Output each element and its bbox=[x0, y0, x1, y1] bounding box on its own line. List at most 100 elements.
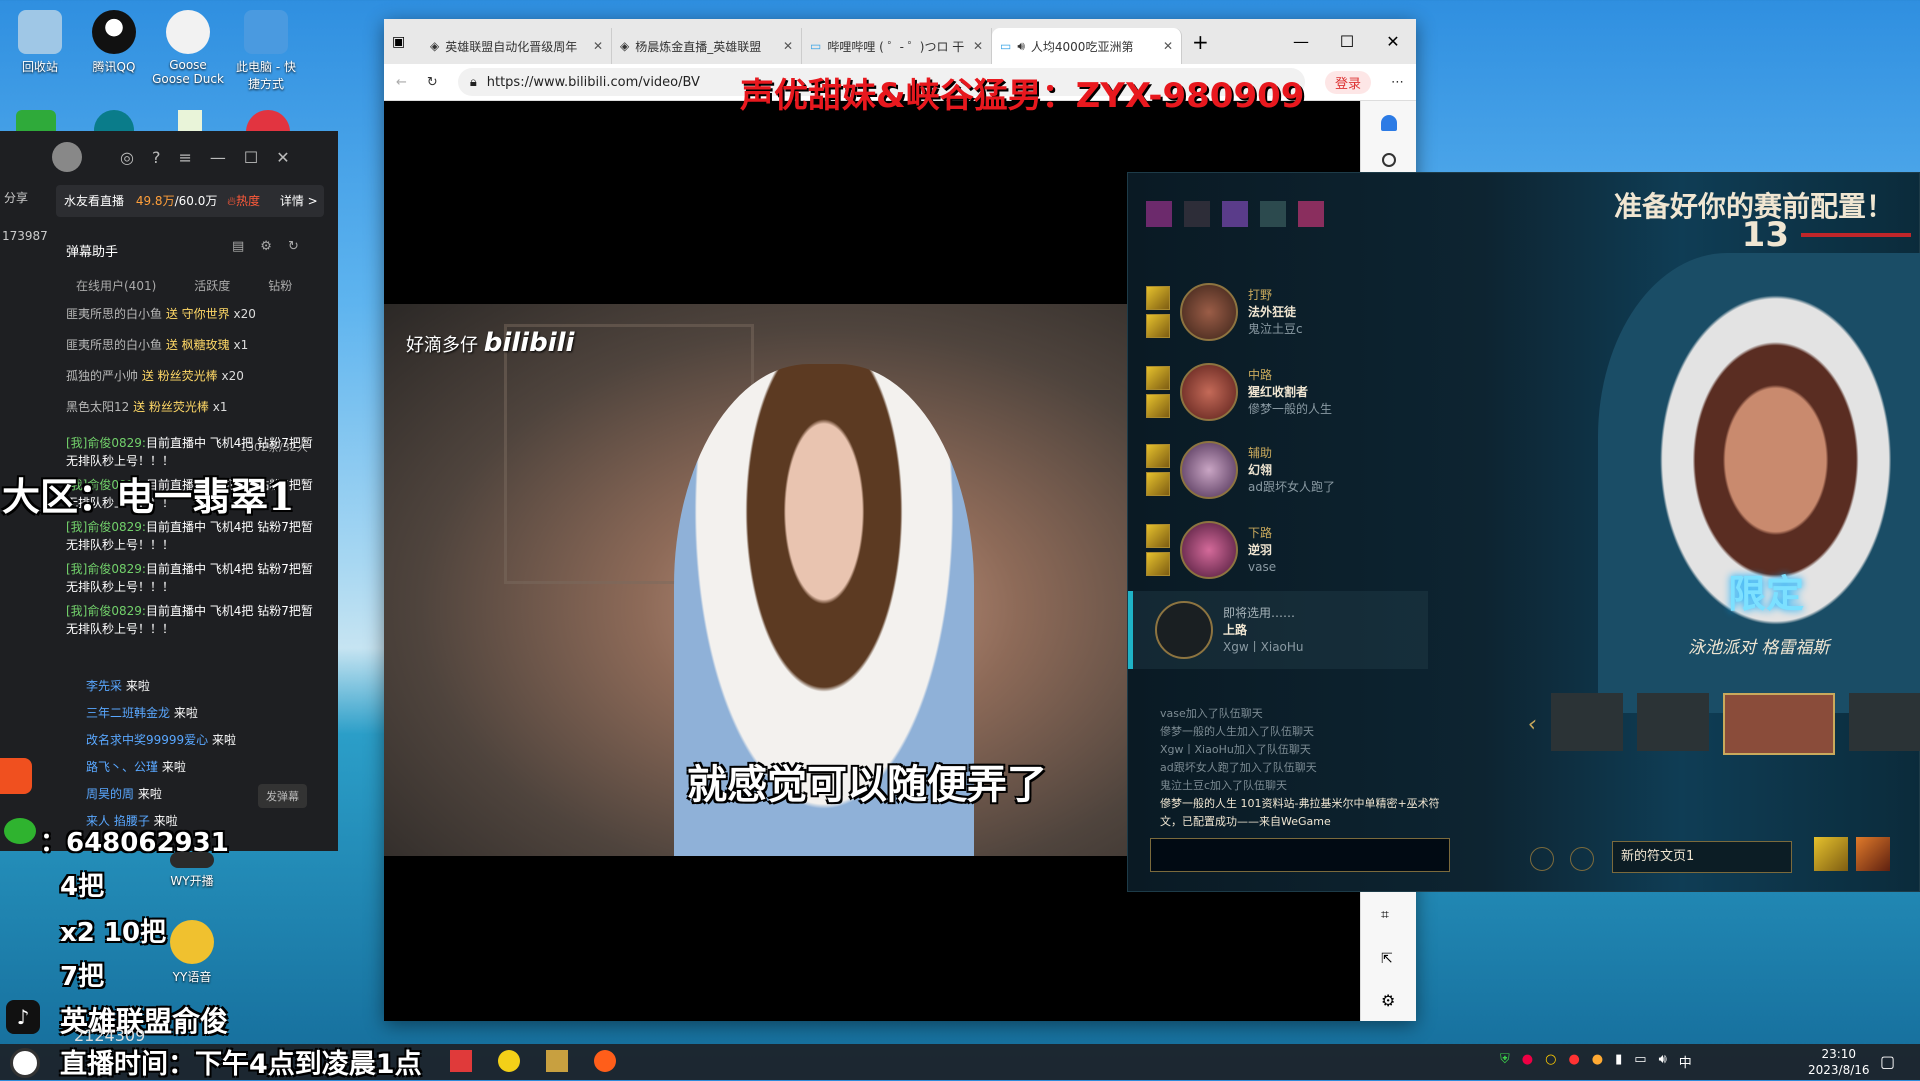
entry-user: 路飞丶、公瑾 bbox=[86, 760, 159, 774]
chat-input[interactable] bbox=[1150, 838, 1450, 872]
tab-list-icon[interactable]: ▣ bbox=[392, 34, 422, 50]
summoner-spells bbox=[1146, 444, 1170, 496]
tray-app-icon[interactable]: ● bbox=[1592, 1052, 1603, 1071]
list-icon[interactable]: ▤ bbox=[232, 239, 244, 254]
app-icon[interactable] bbox=[546, 1050, 568, 1072]
more-icon[interactable]: ⋯ bbox=[1391, 75, 1404, 90]
skin-thumb[interactable] bbox=[1550, 693, 1623, 751]
left-red-button[interactable] bbox=[0, 758, 32, 794]
entry-row: 李先采 来啦 bbox=[0, 673, 330, 700]
capture-icon[interactable]: ⌗ bbox=[1381, 907, 1389, 923]
notification-icon[interactable]: ▢ bbox=[1880, 1052, 1895, 1071]
close-icon[interactable]: ✕ bbox=[973, 39, 983, 53]
close-icon[interactable]: ✕ bbox=[1163, 39, 1173, 53]
back-icon[interactable]: ← bbox=[396, 75, 407, 90]
tray-app-icon[interactable]: ● bbox=[1522, 1052, 1533, 1071]
subtab-online-users[interactable]: 在线用户(401) bbox=[76, 277, 156, 294]
recycle-bin-icon bbox=[18, 10, 62, 54]
volume-icon[interactable]: 🔊︎ bbox=[1659, 1052, 1667, 1071]
desktop-icon-this-pc[interactable]: 此电脑 - 快 捷方式 bbox=[226, 10, 306, 92]
summoner-spells bbox=[1146, 286, 1170, 338]
close-icon[interactable]: ✕ bbox=[593, 39, 603, 53]
speaker-icon[interactable]: 🔊︎ bbox=[1017, 39, 1025, 54]
minimize-icon[interactable]: — bbox=[1278, 32, 1324, 51]
skin-thumb-selected[interactable] bbox=[1722, 693, 1835, 755]
lol-champ-select: 准备好你的赛前配置！ 13 打野 法外狂徒 鬼泣土豆c 中路 猩红收割者 傪梦一般的人生… bbox=[1127, 172, 1920, 892]
team-member[interactable]: 辅助 幻翎 ad跟坏女人跑了 bbox=[1146, 431, 1396, 509]
headset-icon[interactable]: ◎ bbox=[120, 148, 134, 167]
profile-button[interactable]: 登录 bbox=[1324, 70, 1371, 94]
rune-page-label: 新的符文页1 bbox=[1621, 849, 1695, 864]
subtab-diamond-fans[interactable]: 钻粉 bbox=[268, 277, 292, 294]
settings-icon[interactable]: ⚙ bbox=[260, 239, 272, 254]
tray-app-icon[interactable]: ● bbox=[1568, 1052, 1579, 1071]
shield-icon[interactable]: ⛨ bbox=[1500, 1052, 1510, 1071]
mic-icon[interactable]: ▮ bbox=[1615, 1052, 1622, 1071]
maximize-icon[interactable]: ☐ bbox=[1324, 32, 1370, 51]
desktop-icon-wy[interactable]: WY开播 bbox=[152, 852, 232, 889]
close-icon[interactable]: ✕ bbox=[783, 39, 793, 53]
champion-avatar bbox=[1180, 521, 1238, 579]
refresh-icon[interactable]: ↻ bbox=[427, 75, 438, 90]
chat-line: ad跟坏女人跑了加入了队伍聊天 bbox=[1160, 761, 1317, 774]
external-icon[interactable]: ⇱ bbox=[1381, 951, 1393, 967]
browser-tab-active[interactable]: ▭ 🔊︎ 人均4000吃亚洲第 ✕ bbox=[992, 28, 1182, 64]
assistant-title: 弹幕助手 bbox=[66, 245, 119, 260]
browser-tab[interactable]: ◈ 杨晨炼金直播_英雄联盟 ✕ bbox=[612, 28, 802, 64]
avatar[interactable] bbox=[52, 142, 82, 172]
browser-tab[interactable]: ◈ 英雄联盟自动化晋级周年 ✕ bbox=[422, 28, 612, 64]
spell-slot[interactable] bbox=[1856, 837, 1890, 871]
member-champion: 法外狂徒 bbox=[1248, 304, 1297, 319]
menu-icon[interactable]: ≡ bbox=[178, 148, 191, 167]
close-icon[interactable]: ✕ bbox=[276, 148, 289, 167]
team-member-picking[interactable]: 即将选用…… 上路 Xgw丨XiaoHu bbox=[1128, 591, 1428, 669]
spell-slot[interactable] bbox=[1814, 837, 1848, 871]
settings-icon[interactable]: ⚙ bbox=[1381, 991, 1395, 1010]
member-role: 即将选用…… bbox=[1223, 605, 1296, 620]
desktop-icon-recycle-bin[interactable]: 回收站 bbox=[0, 10, 80, 75]
skin-left-arrow[interactable]: ‹ bbox=[1528, 712, 1537, 737]
clock[interactable]: 23:10 2023/8/16 bbox=[1808, 1046, 1870, 1078]
team-member[interactable]: 下路 逆羽 vase bbox=[1146, 511, 1396, 589]
bell-icon[interactable] bbox=[1380, 115, 1397, 131]
lightning-icon[interactable] bbox=[1530, 847, 1554, 871]
refresh-icon[interactable]: ↻ bbox=[288, 239, 299, 254]
search-icon[interactable] bbox=[1381, 153, 1396, 167]
desktop-icon-yy[interactable]: YY语音 bbox=[152, 920, 232, 985]
panel-header: ◎ ? ≡ — ☐ ✕ bbox=[0, 131, 338, 183]
subtab-activity[interactable]: 活跃度 bbox=[194, 277, 230, 294]
skin-thumb[interactable] bbox=[1636, 693, 1709, 751]
edit-icon[interactable] bbox=[1570, 847, 1594, 871]
gift-count: x20 bbox=[221, 369, 244, 383]
browser-tab[interactable]: ▭ 哔哩哔哩 ( ゜- ゜)つロ 干 ✕ bbox=[802, 28, 992, 64]
ime-indicator[interactable]: 中 bbox=[1679, 1052, 1692, 1071]
entry-text: 来啦 bbox=[212, 733, 237, 747]
rune-page-select[interactable]: 新的符文页1 bbox=[1612, 841, 1792, 873]
help-icon[interactable]: ? bbox=[152, 148, 161, 167]
network-icon[interactable]: ▭ bbox=[1634, 1052, 1646, 1071]
skin-thumb[interactable] bbox=[1848, 693, 1920, 751]
app-icon[interactable] bbox=[594, 1050, 616, 1072]
champion-avatar bbox=[1180, 283, 1238, 341]
team-member[interactable]: 打野 法外狂徒 鬼泣土豆c bbox=[1146, 273, 1396, 351]
team-member[interactable]: 中路 猩红收割者 傪梦一般的人生 bbox=[1146, 353, 1396, 431]
new-tab-icon[interactable]: + bbox=[1192, 30, 1209, 54]
bilibili-tv-icon: ▭ bbox=[810, 39, 822, 53]
minimize-icon[interactable]: — bbox=[210, 148, 226, 167]
summoner-spells bbox=[1146, 366, 1170, 418]
send-danmaku-button[interactable]: 发弹幕 bbox=[258, 784, 307, 808]
entry-row: 三年二班韩金龙 来啦 bbox=[0, 700, 330, 727]
app-icon[interactable] bbox=[450, 1050, 472, 1072]
close-window-icon[interactable]: ✕ bbox=[1370, 32, 1416, 51]
tray-app-icon[interactable]: ○ bbox=[1545, 1052, 1556, 1071]
app-icon[interactable] bbox=[498, 1050, 520, 1072]
detail-link[interactable]: 详情 > bbox=[280, 194, 318, 208]
desktop-icon-qq[interactable]: 腾讯QQ bbox=[74, 10, 154, 75]
video-frame[interactable]: 好滴多仔 bilibili 就感觉可以随便弄了 bbox=[384, 304, 1127, 856]
maximize-icon[interactable]: ☐ bbox=[244, 148, 258, 167]
video-watermark: 好滴多仔 bilibili bbox=[406, 328, 575, 358]
desktop-icon-goose-goose-duck[interactable]: Goose Goose Duck bbox=[148, 10, 228, 86]
share-button[interactable]: 分享 bbox=[4, 189, 28, 206]
champion-avatar bbox=[1180, 363, 1238, 421]
limited-badge: 限定 bbox=[1728, 572, 1805, 616]
